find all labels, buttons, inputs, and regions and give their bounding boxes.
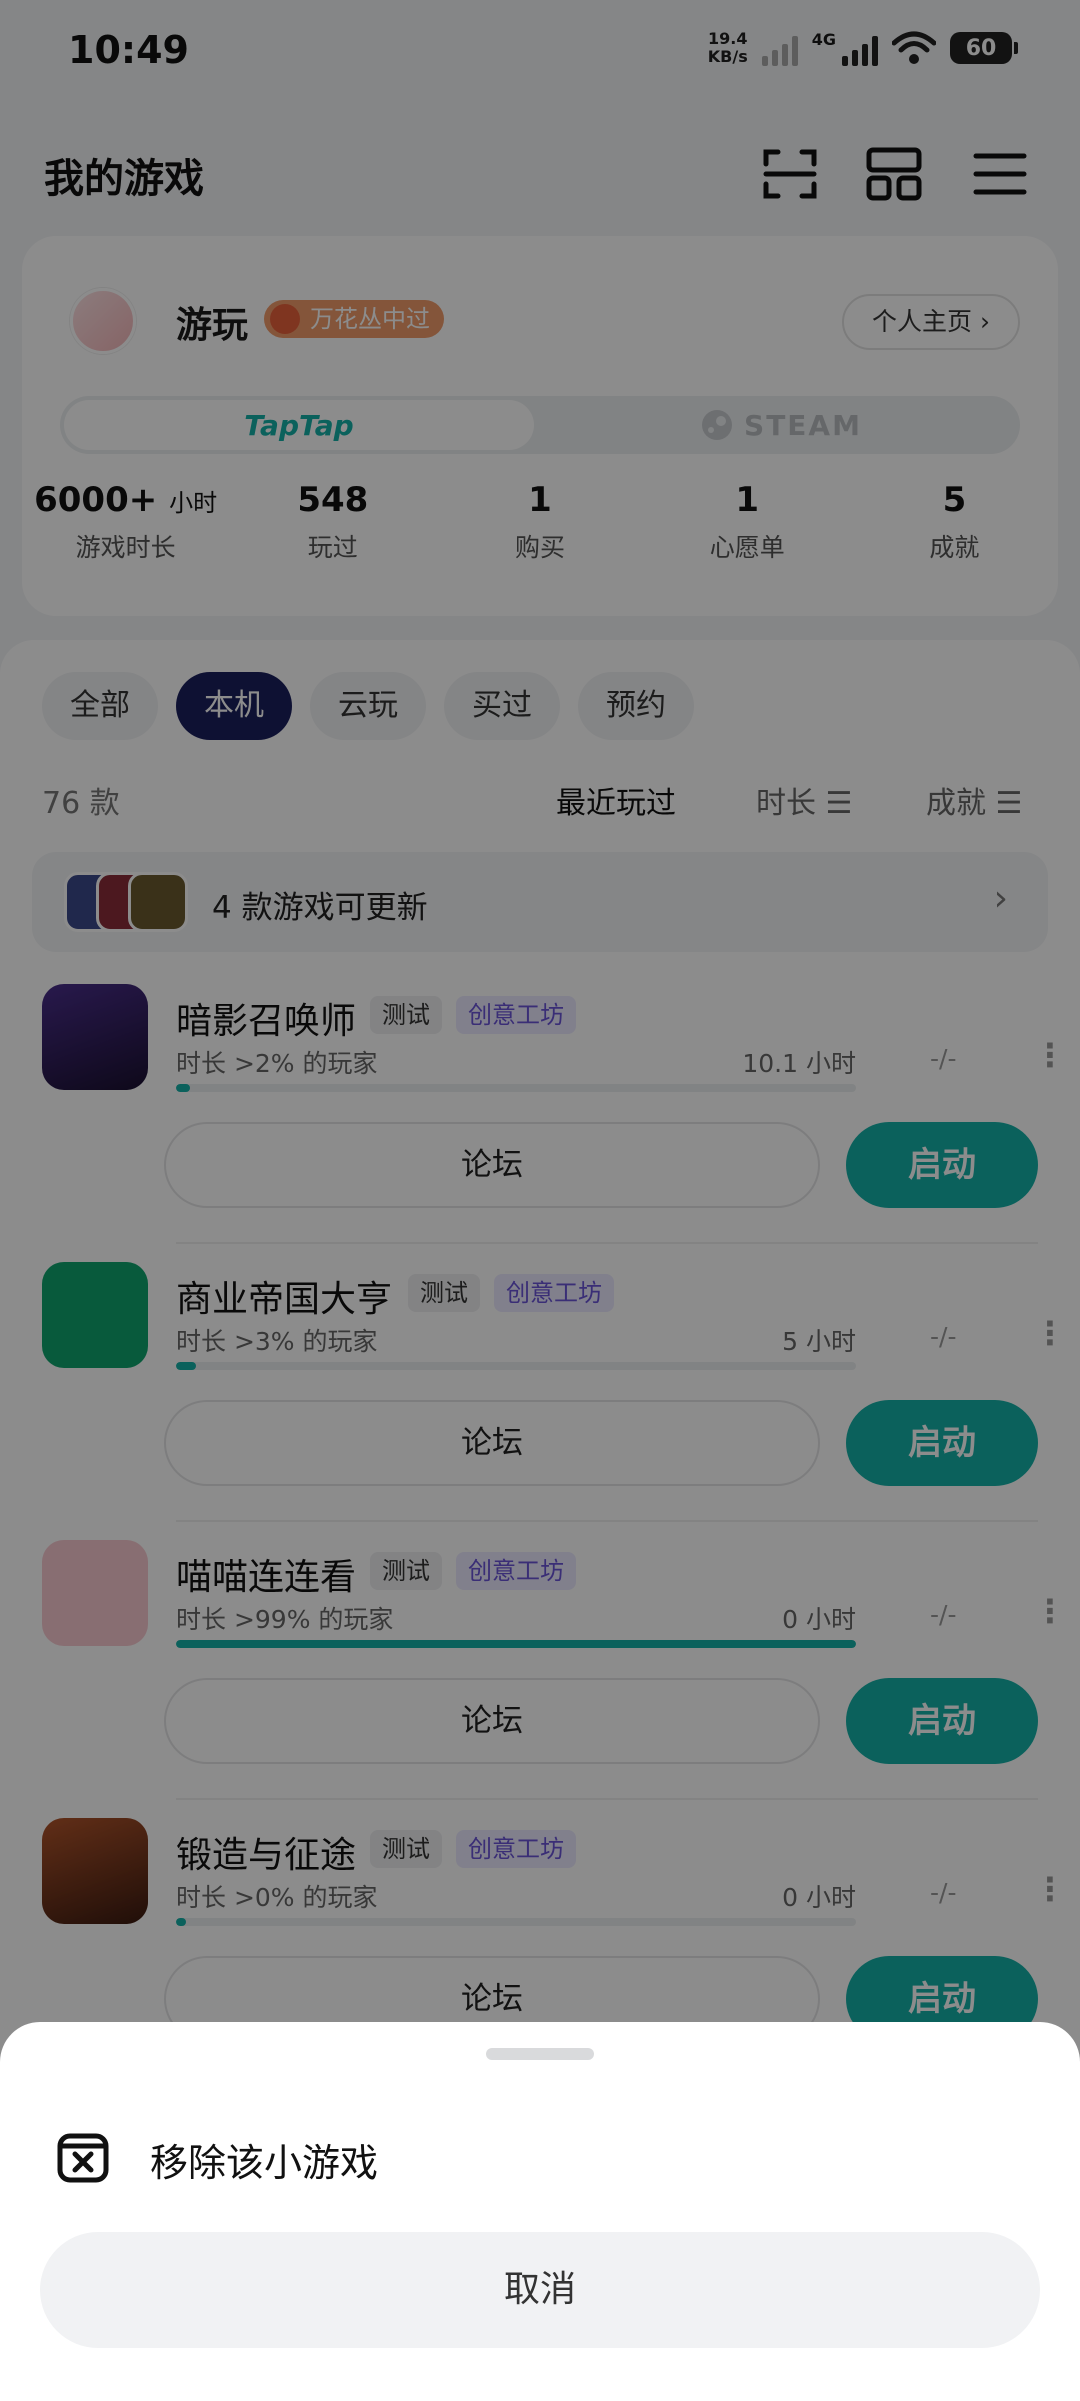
bottom-sheet: 移除该小游戏 取消 xyxy=(0,2022,1080,2401)
sheet-drag-handle[interactable] xyxy=(486,2048,594,2060)
cancel-button[interactable]: 取消 xyxy=(40,2232,1040,2348)
remove-mini-game-option[interactable]: 移除该小游戏 xyxy=(56,2114,1016,2194)
remove-icon xyxy=(57,2133,109,2183)
remove-option-label: 移除该小游戏 xyxy=(150,2141,379,2185)
